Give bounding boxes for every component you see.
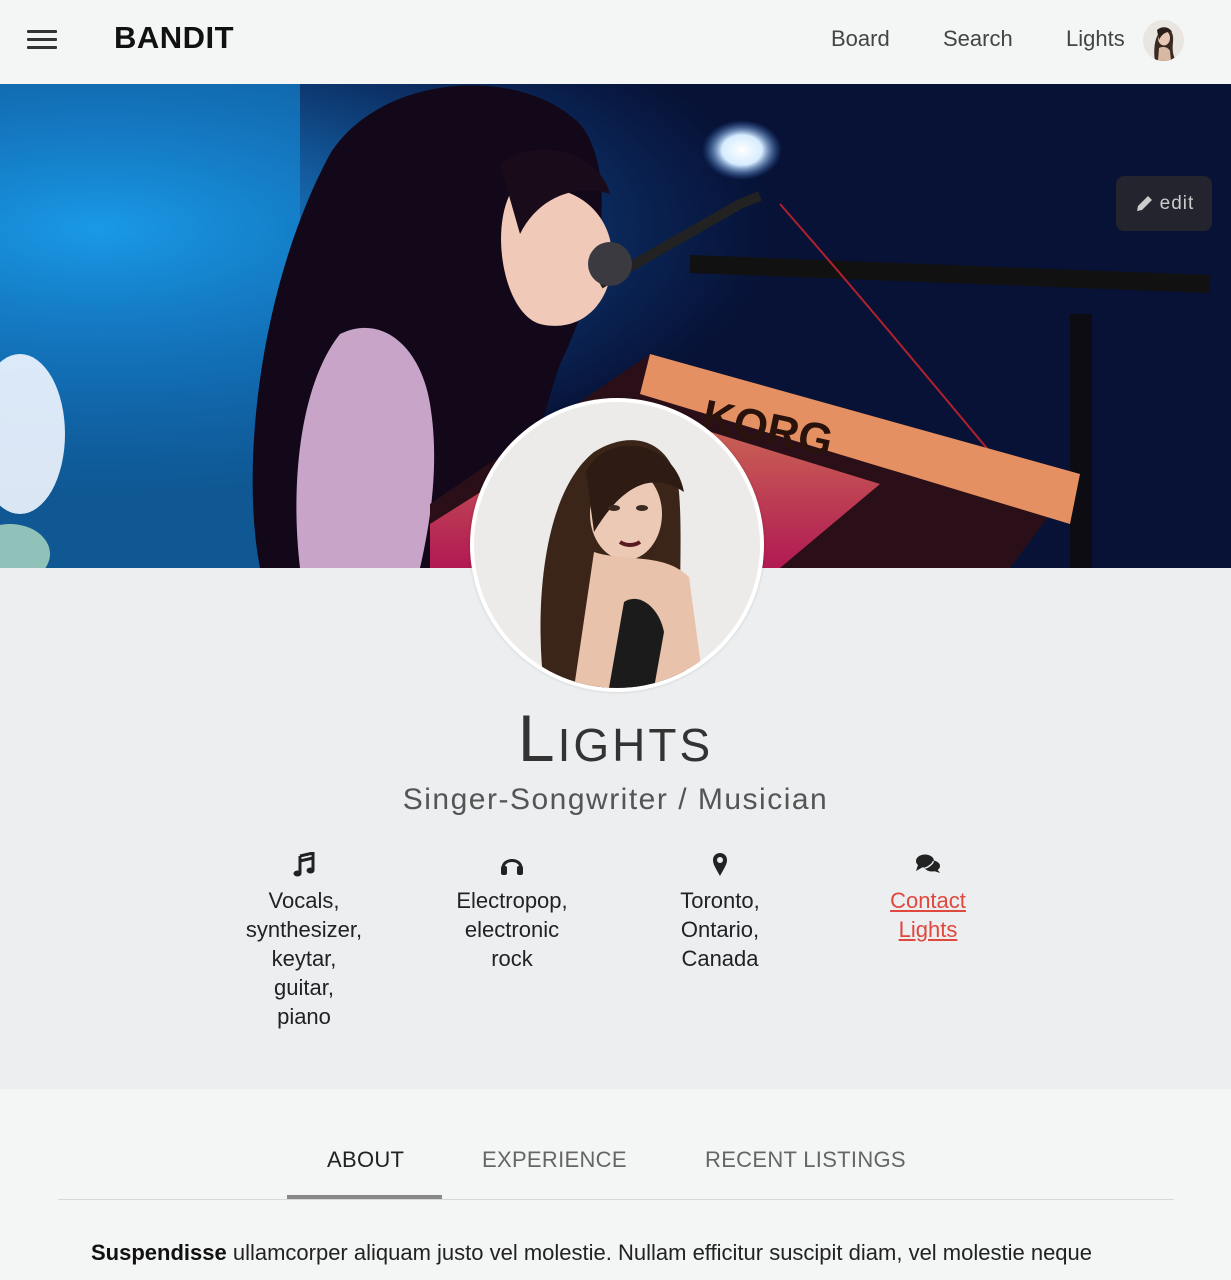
fact-line: guitar, xyxy=(274,975,334,1000)
fact-instruments: Vocals, synthesizer, keytar, guitar, pia… xyxy=(224,851,384,1031)
fact-line: Vocals, xyxy=(268,888,340,913)
active-tab-indicator xyxy=(287,1195,442,1199)
top-navbar: BANDIT Board Search Lights xyxy=(0,0,1231,84)
hamburger-menu-icon[interactable] xyxy=(27,30,57,52)
music-note-icon xyxy=(224,851,384,882)
fact-line: Electropop, xyxy=(456,888,568,913)
nav-link-search[interactable]: Search xyxy=(943,26,1013,52)
nav-link-profile[interactable]: Lights xyxy=(1066,26,1125,52)
about-lead: Suspendisse xyxy=(91,1240,227,1265)
edit-label: edit xyxy=(1159,192,1195,214)
profile-tabs: ABOUT EXPERIENCE RECENT LISTINGS xyxy=(58,1140,1174,1200)
profile-avatar xyxy=(470,398,764,692)
tab-recent-listings[interactable]: RECENT LISTINGS xyxy=(705,1147,906,1173)
fact-line: Ontario, xyxy=(680,917,760,942)
pencil-icon xyxy=(1136,195,1152,211)
tab-experience[interactable]: EXPERIENCE xyxy=(482,1147,627,1173)
fact-line: rock xyxy=(491,946,533,971)
user-avatar[interactable] xyxy=(1143,20,1184,61)
brand-logo[interactable]: BANDIT xyxy=(114,20,234,56)
artist-role: Singer-Songwriter / Musician xyxy=(402,783,829,816)
tab-about[interactable]: ABOUT xyxy=(327,1147,404,1173)
headphones-icon xyxy=(432,852,592,882)
fact-genre: Electropop, electronic rock xyxy=(432,852,592,973)
fact-line: Canada xyxy=(681,946,759,971)
fact-contact: Contact Lights xyxy=(848,852,1008,944)
about-body: ullamcorper aliquam justo vel molestie. … xyxy=(226,1240,1093,1265)
fact-line: piano xyxy=(277,1004,331,1029)
fact-line: synthesizer, xyxy=(245,917,363,942)
map-marker-icon xyxy=(640,852,800,882)
fact-line: Toronto, xyxy=(680,888,760,913)
chat-bubbles-icon xyxy=(848,852,1008,882)
fact-line: keytar, xyxy=(271,946,337,971)
contact-artist-link[interactable]: Contact Lights xyxy=(890,888,966,942)
contact-link-line[interactable]: Lights xyxy=(899,917,958,942)
fact-line: electronic xyxy=(464,917,560,942)
artist-name: Lights xyxy=(517,701,714,775)
fact-location: Toronto, Ontario, Canada xyxy=(640,852,800,973)
contact-link-line[interactable]: Contact xyxy=(890,888,966,913)
edit-cover-button[interactable]: edit xyxy=(1116,176,1212,231)
about-text: Suspendisse ullamcorper aliquam justo ve… xyxy=(91,1238,1141,1268)
nav-link-board[interactable]: Board xyxy=(831,26,890,52)
